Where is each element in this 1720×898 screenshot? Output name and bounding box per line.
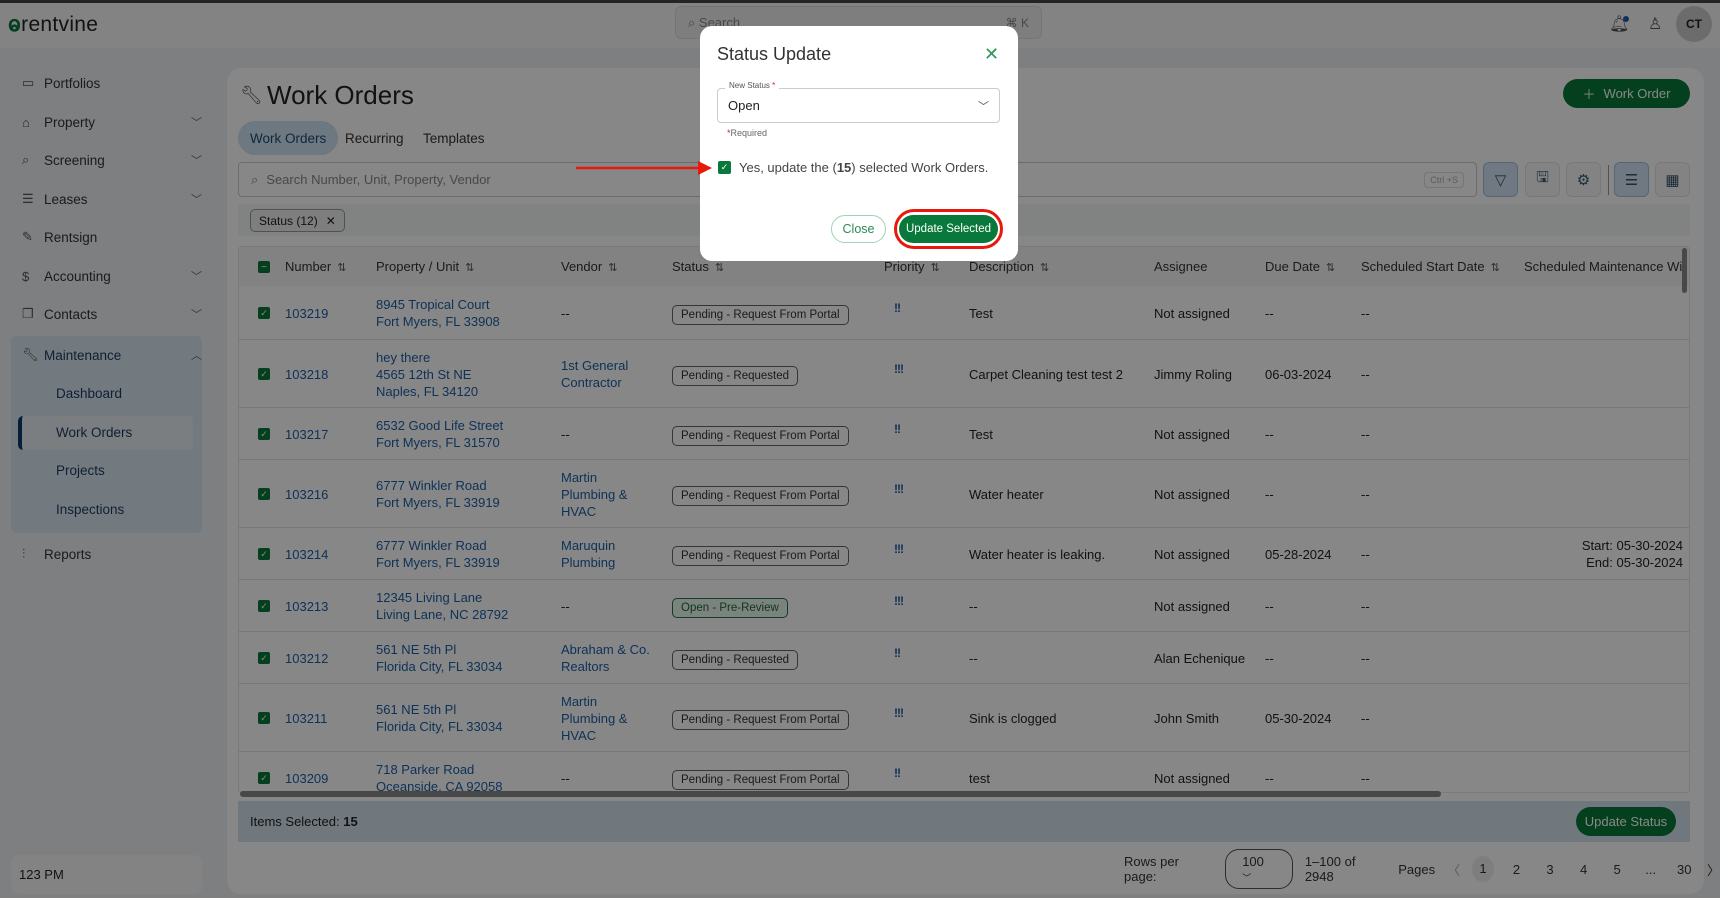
close-icon[interactable]: ✕: [984, 44, 999, 65]
annotation-highlight-ring: [894, 209, 1003, 249]
label-text: New Status: [729, 81, 770, 90]
new-status-label: New Status *: [725, 81, 780, 90]
close-button[interactable]: Close: [831, 215, 886, 243]
select-value: Open: [728, 98, 760, 113]
annotation-arrow: [576, 161, 712, 175]
confirm-text: Yes, update the (: [739, 160, 837, 175]
confirm-checkbox[interactable]: ✓: [718, 161, 731, 174]
confirm-label[interactable]: Yes, update the (15) selected Work Order…: [739, 160, 988, 175]
chevron-down-icon: ﹀: [978, 100, 989, 113]
required-asterisk: *: [772, 81, 776, 90]
dialog-title: Status Update: [717, 44, 832, 64]
required-note: *Required: [727, 128, 767, 138]
confirm-text: ) selected Work Orders.: [851, 160, 989, 175]
required-text: Required: [730, 128, 768, 138]
new-status-select[interactable]: Open ﹀: [717, 88, 1000, 123]
confirm-count: 15: [836, 160, 852, 175]
